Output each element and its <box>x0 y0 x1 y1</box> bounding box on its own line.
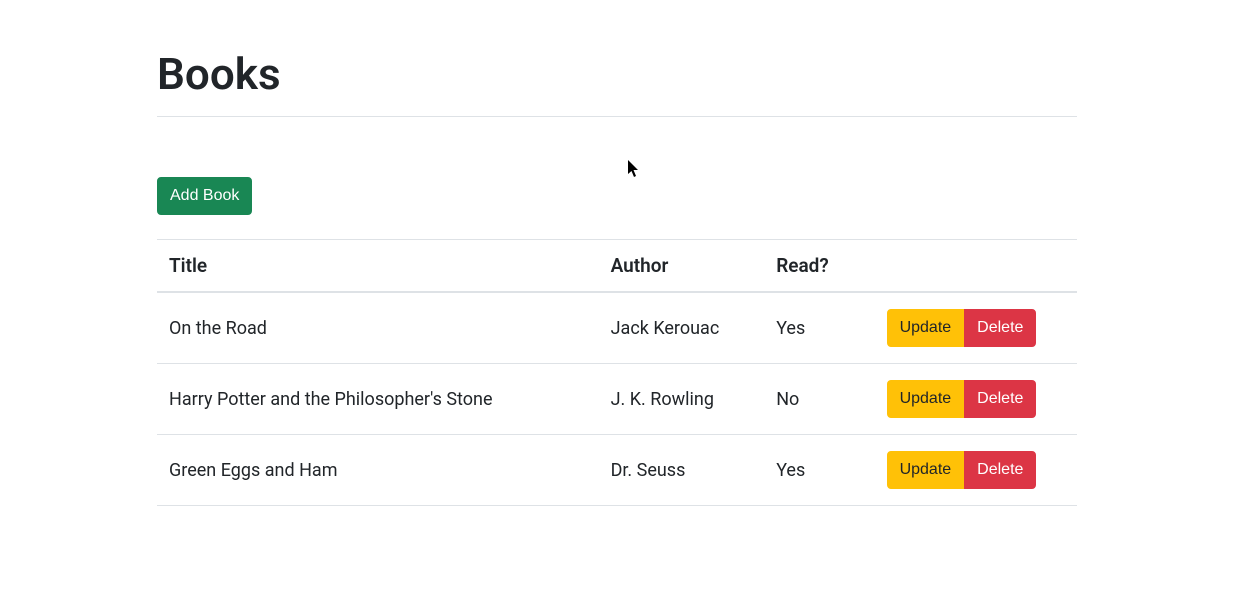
cell-title: On the Road <box>157 292 599 364</box>
row-actions: Update Delete <box>887 309 1037 347</box>
cell-read: Yes <box>764 292 874 364</box>
row-actions: Update Delete <box>887 451 1037 489</box>
page-title: Books <box>157 48 1077 100</box>
column-header-actions <box>875 240 1077 292</box>
cell-actions: Update Delete <box>875 364 1077 435</box>
cell-author: J. K. Rowling <box>599 364 765 435</box>
column-header-title: Title <box>157 240 599 292</box>
row-actions: Update Delete <box>887 380 1037 418</box>
column-header-author: Author <box>599 240 765 292</box>
column-header-read: Read? <box>764 240 874 292</box>
cell-author: Dr. Seuss <box>599 435 765 506</box>
cell-read: No <box>764 364 874 435</box>
update-button[interactable]: Update <box>887 451 965 489</box>
cell-author: Jack Kerouac <box>599 292 765 364</box>
table-row: Harry Potter and the Philosopher's Stone… <box>157 364 1077 435</box>
cell-title: Harry Potter and the Philosopher's Stone <box>157 364 599 435</box>
table-row: On the Road Jack Kerouac Yes Update Dele… <box>157 292 1077 364</box>
update-button[interactable]: Update <box>887 380 965 418</box>
update-button[interactable]: Update <box>887 309 965 347</box>
delete-button[interactable]: Delete <box>964 380 1036 418</box>
title-divider <box>157 116 1077 117</box>
table-row: Green Eggs and Ham Dr. Seuss Yes Update … <box>157 435 1077 506</box>
add-book-button[interactable]: Add Book <box>157 177 252 215</box>
cell-title: Green Eggs and Ham <box>157 435 599 506</box>
books-table: Title Author Read? On the Road Jack Kero… <box>157 240 1077 506</box>
delete-button[interactable]: Delete <box>964 451 1036 489</box>
cell-actions: Update Delete <box>875 435 1077 506</box>
cell-actions: Update Delete <box>875 292 1077 364</box>
cell-read: Yes <box>764 435 874 506</box>
delete-button[interactable]: Delete <box>964 309 1036 347</box>
